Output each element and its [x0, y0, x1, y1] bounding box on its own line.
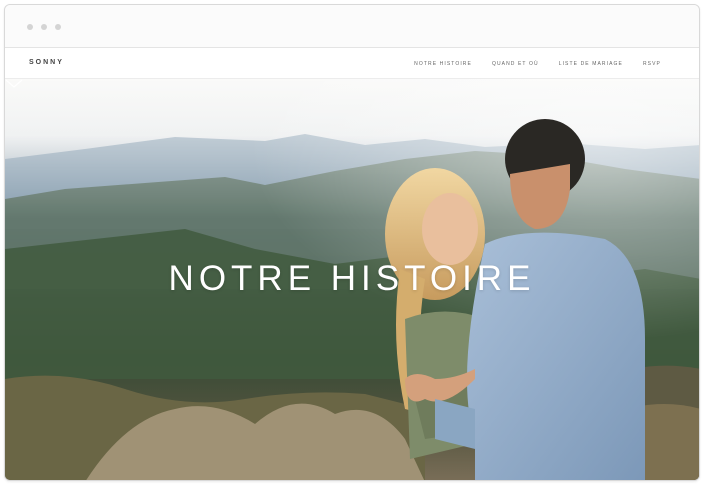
nav-link-notre-histoire[interactable]: NOTRE HISTOIRE [414, 61, 472, 67]
nav-link-liste-de-mariage[interactable]: LISTE DE MARIAGE [559, 61, 623, 67]
window-dot [55, 24, 61, 30]
site-brand[interactable]: SONNY [29, 59, 64, 66]
nav-link-quand-et-ou[interactable]: QUAND ET OÙ [492, 61, 539, 67]
browser-window: SONNY NOTRE HISTOIRE QUAND ET OÙ LISTE D… [4, 4, 700, 481]
nav-links: NOTRE HISTOIRE QUAND ET OÙ LISTE DE MARI… [414, 61, 661, 67]
browser-chrome [5, 5, 699, 48]
site-navbar: SONNY NOTRE HISTOIRE QUAND ET OÙ LISTE D… [5, 48, 699, 79]
chevron-down-icon[interactable] [5, 79, 23, 89]
hero-section: NOTRE HISTOIRE [5, 79, 699, 480]
hero-title: NOTRE HISTOIRE [168, 259, 536, 298]
nav-link-rsvp[interactable]: RSVP [643, 61, 661, 67]
window-dot [27, 24, 33, 30]
window-dot [41, 24, 47, 30]
